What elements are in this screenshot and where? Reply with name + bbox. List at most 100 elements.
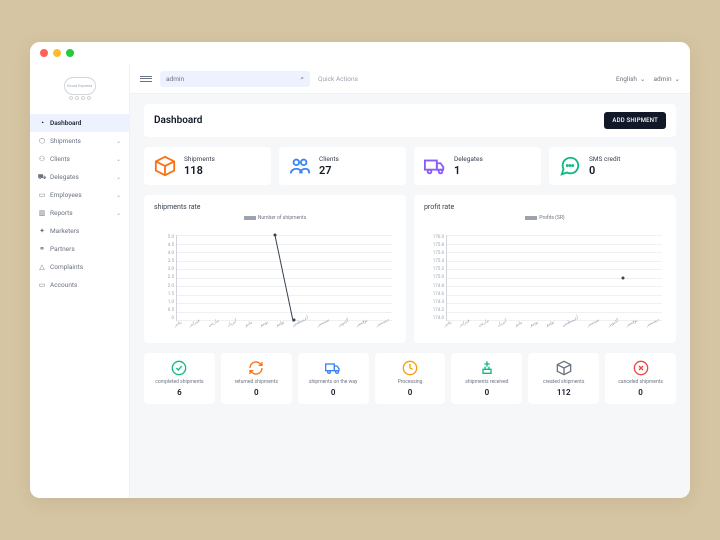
card-label: Delegates [454,155,483,163]
search-icon: ⌕ [300,74,304,83]
nav-label: Partners [50,245,75,253]
nav-dashboard[interactable]: ◔Dashboard [30,114,129,132]
box-icon [556,360,572,376]
users-icon: ⚇ [38,155,46,163]
stat-label: returned shipments [235,379,278,385]
maximize-dot[interactable] [66,49,74,57]
nav-delegates[interactable]: ⛟Delegates⌄ [30,168,129,186]
add-shipment-button[interactable]: ADD SHIPMENT [604,112,666,129]
stat-value: 0 [331,388,336,397]
card-sms[interactable]: SMS credit0 [549,147,676,185]
stats-row: completed shipments6returned shipments0s… [144,353,676,404]
stat-card[interactable]: returned shipments 0 [221,353,292,404]
nav-label: Complaints [50,263,83,271]
nav-employees[interactable]: ▭Employees⌄ [30,186,129,204]
content: Dashboard ADD SHIPMENT Shipments118 Clie… [130,94,690,498]
chart-legend: Number of shipments [154,215,396,221]
nav-complaints[interactable]: △ Complaints [30,258,129,276]
stat-card[interactable]: canceled shipments0 [605,353,676,404]
stat-label: canceled shipments [618,379,663,385]
user-menu[interactable]: admin⌄ [653,75,680,83]
summary-cards: Shipments118 Clients27 Delegates1 SMS cr… [144,147,676,185]
check-circle-icon [171,360,187,376]
chevron-down-icon: ⌄ [116,138,121,145]
page-title: Dashboard [154,115,202,126]
page-header: Dashboard ADD SHIPMENT [144,104,676,137]
stat-label: shipments received [465,379,508,385]
box-icon [154,155,176,177]
stat-card[interactable]: Processing0 [375,353,446,404]
card-value: 118 [184,164,215,177]
menu-toggle[interactable] [140,76,152,82]
stat-label: completed shipments [155,379,203,385]
chart-title: profit rate [424,203,666,211]
card-label: SMS credit [589,155,620,163]
nav-shipments[interactable]: ⬡Shipments⌄ [30,132,129,150]
chart-title: shipments rate [154,203,396,211]
card-label: Shipments [184,155,215,163]
refresh-icon [248,360,264,376]
stat-label: shipments on the way [309,379,358,385]
truck-icon: ⛟ [38,173,46,181]
language-select[interactable]: English⌄ [616,75,645,83]
id-icon: ▭ [38,191,46,199]
truck-icon [424,155,446,177]
stat-value: 0 [408,388,413,397]
card-delegates[interactable]: Delegates1 [414,147,541,185]
quick-actions[interactable]: Quick Actions [318,75,358,83]
chart-legend: Profits (SR) [424,215,666,221]
logo-cloud-icon: Cloud Express [64,77,96,95]
card-clients[interactable]: Clients27 [279,147,406,185]
chart-profit-rate: profit rate Profits (SR) 176.0175.8175.6… [414,195,676,343]
nav-marketers[interactable]: ✦Marketers [30,222,129,240]
nav: ◔Dashboard ⬡Shipments⌄ ⚇Clients⌄ ⛟Delega… [30,112,129,296]
chevron-down-icon: ⌄ [116,156,121,163]
chevron-down-icon: ⌄ [675,75,680,83]
truck-icon [325,360,341,376]
stat-card[interactable]: shipments on the way 0 [298,353,369,404]
hand-icon [479,360,495,376]
sidebar: Cloud Express ◔Dashboard ⬡Shipments⌄ ⚇Cl… [30,64,130,498]
stat-value: 112 [557,388,571,397]
stat-card[interactable]: shipments received 0 [451,353,522,404]
stat-card[interactable]: completed shipments 6 [144,353,215,404]
card-shipments[interactable]: Shipments118 [144,147,271,185]
nav-partners[interactable]: ⚭Partners [30,240,129,258]
topbar: admin⌕ Quick Actions English⌄ admin⌄ [130,64,690,94]
stat-card[interactable]: created shipments 112 [528,353,599,404]
chart-body: 5.04.54.03.53.02.52.01.51.00.50ينايرفبرا… [154,225,396,335]
nav-accounts[interactable]: ▭ Accounts [30,276,129,294]
chart-icon: ▥ [38,209,46,217]
close-dot[interactable] [40,49,48,57]
stat-value: 0 [254,388,259,397]
nav-label: Shipments [50,137,81,145]
gauge-icon: ◔ [38,119,46,127]
nav-label: Accounts [50,281,77,289]
users-icon [289,155,311,177]
chart-body: 176.0175.8175.6175.4175.2175.0174.8174.6… [424,225,666,335]
stat-value: 6 [177,388,182,397]
clock-icon [402,360,418,376]
card-value: 27 [319,164,339,177]
card-value: 0 [589,164,620,177]
card-label: Clients [319,155,339,163]
chevron-down-icon: ⌄ [116,192,121,199]
logo: Cloud Express [30,64,129,112]
charts-row: shipments rate Number of shipments 5.04.… [144,195,676,343]
card-value: 1 [454,164,483,177]
nav-clients[interactable]: ⚇Clients⌄ [30,150,129,168]
stat-label: created shipments [543,379,584,385]
nav-label: Reports [50,209,73,217]
nav-reports[interactable]: ▥ Reports ⌄ [30,204,129,222]
search-input[interactable]: admin⌕ [160,71,310,87]
titlebar [30,42,690,64]
wallet-icon: ▭ [38,281,46,289]
main: admin⌕ Quick Actions English⌄ admin⌄ Das… [130,64,690,498]
app-window: Cloud Express ◔Dashboard ⬡Shipments⌄ ⚇Cl… [30,42,690,498]
minimize-dot[interactable] [53,49,61,57]
chevron-down-icon: ⌄ [116,174,121,181]
warning-icon: △ [38,263,46,271]
chevron-down-icon: ⌄ [640,75,645,83]
stat-value: 0 [485,388,490,397]
chevron-down-icon: ⌄ [116,210,121,217]
